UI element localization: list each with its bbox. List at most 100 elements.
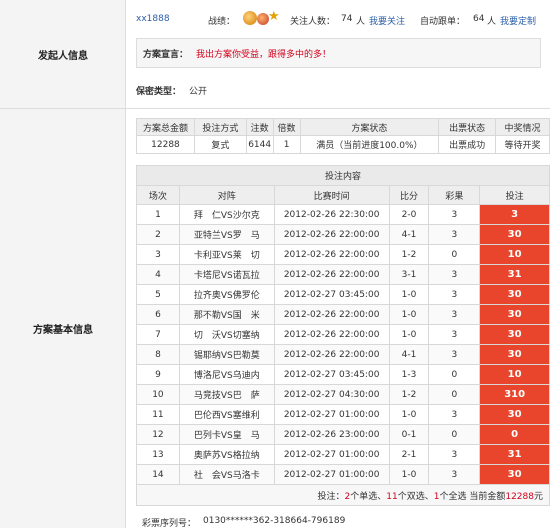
match-bet: 310 xyxy=(479,384,550,405)
match-teams: 卡塔尼VS诺瓦拉 xyxy=(178,264,275,285)
match-time: 2012-02-26 22:30:00 xyxy=(273,204,390,225)
privacy-label: 保密类型： xyxy=(136,87,182,97)
match-score: 1-0 xyxy=(388,304,430,325)
bet-row: 7切 沃VS切塞纳 2012-02-26 22:00:00 1-0 3 30 xyxy=(136,324,550,345)
footer-amount: 12288 xyxy=(505,491,534,502)
summary-cell-multiple: 1 xyxy=(272,135,301,154)
summary-cell-ticket: 出票成功 xyxy=(438,135,497,154)
match-score: 1-2 xyxy=(388,244,430,265)
match-time: 2012-02-27 03:45:00 xyxy=(273,364,390,385)
match-no: 14 xyxy=(136,464,180,485)
star-icon: ★ xyxy=(268,9,280,24)
bet-row: 8 锡耶纳VS巴勒莫 2012-02-26 22:00:00 4-1 3 30 xyxy=(136,344,550,365)
summary-header: 倍数 xyxy=(272,118,301,136)
bets-footer: 投注：2个单选、11个双选、1个全选 当前金额12288元 xyxy=(136,484,550,506)
match-teams: 巴伦西VS塞维利 xyxy=(178,404,275,425)
summary-table: 方案总金额 投注方式 注数 倍数 方案状态 出票状态 中奖情况 12288 复式… xyxy=(136,118,550,154)
match-no: 9 xyxy=(136,364,180,385)
bet-row: 9 博洛尼VS乌迪内 2012-02-27 03:45:00 1-3 0 10 xyxy=(136,364,550,385)
footer-single-text: 个单选、 xyxy=(350,491,387,502)
match-result: 0 xyxy=(428,364,481,385)
match-bet: 31 xyxy=(479,444,550,465)
bet-row: 12 巴列卡VS皇 马 2012-02-26 23:00:00 0-1 0 0 xyxy=(136,424,550,445)
bet-row: 11 巴伦西VS塞维利 2012-02-27 01:00:00 1-0 3 30 xyxy=(136,404,550,425)
bets-table: 投注内容 场次 对阵 比赛时间 比分 彩果 投注 1拜 仁VS沙尔克 2012-0… xyxy=(136,165,550,506)
match-teams: 切 沃VS切塞纳 xyxy=(178,324,275,345)
match-no: 3 xyxy=(136,244,180,265)
match-teams: 奥萨苏VS格拉纳 xyxy=(178,444,275,465)
auto-follow-unit: 人 xyxy=(487,17,497,27)
trophy-icon xyxy=(243,11,257,25)
match-teams: 卡利亚VS莱 切 xyxy=(178,244,275,265)
summary-header: 投注方式 xyxy=(193,118,247,136)
match-time: 2012-02-27 01:00:00 xyxy=(273,464,390,485)
bets-header: 比赛时间 xyxy=(273,185,390,205)
match-time: 2012-02-26 22:00:00 xyxy=(273,344,390,365)
footer-full-text: 个全选 当前金额 xyxy=(439,491,506,502)
bets-header: 投注 xyxy=(479,185,550,205)
match-time: 2012-02-27 03:45:00 xyxy=(273,284,390,305)
summary-header: 出票状态 xyxy=(438,118,497,136)
match-bet: 30 xyxy=(479,324,550,345)
footer-double-count: 11 xyxy=(386,491,398,502)
bet-row: 14 社 会VS马洛卡 2012-02-27 01:00:00 1-0 3 30 xyxy=(136,464,550,485)
summary-header: 方案总金额 xyxy=(136,118,195,136)
match-bet: 10 xyxy=(479,244,550,265)
privacy-value: 公开 xyxy=(189,87,208,97)
match-bet: 30 xyxy=(479,304,550,325)
bet-row: 2 亚特兰VS罗 马 2012-02-26 22:00:00 4-1 3 30 xyxy=(136,224,550,245)
bet-row: 10 马竞技VS巴 萨 2012-02-27 04:30:00 1-2 0 310 xyxy=(136,384,550,405)
match-result: 0 xyxy=(428,384,481,405)
match-time: 2012-02-26 22:00:00 xyxy=(273,244,390,265)
match-teams: 那不勒VS国 米 xyxy=(178,304,275,325)
bets-header: 对阵 xyxy=(178,185,275,205)
match-time: 2012-02-26 22:00:00 xyxy=(273,324,390,345)
basic-section-bg xyxy=(0,109,126,528)
match-teams: 亚特兰VS罗 马 xyxy=(178,224,275,245)
bet-row: 4 卡塔尼VS诺瓦拉 2012-02-26 22:00:00 3-1 3 31 xyxy=(136,264,550,285)
summary-cell-method: 复式 xyxy=(193,135,247,154)
match-result: 0 xyxy=(428,424,481,445)
match-no: 12 xyxy=(136,424,180,445)
custom-link[interactable]: 我要定制 xyxy=(500,14,536,27)
followers-label: 关注人数： xyxy=(290,17,336,27)
match-bet: 10 xyxy=(479,364,550,385)
follow-link[interactable]: 我要关注 xyxy=(369,14,405,27)
match-teams: 社 会VS马洛卡 xyxy=(178,464,275,485)
bets-header: 场次 xyxy=(136,185,180,205)
followers-unit: 人 xyxy=(356,17,366,27)
match-bet: 30 xyxy=(479,344,550,365)
match-no: 6 xyxy=(136,304,180,325)
match-score: 4-1 xyxy=(388,224,430,245)
match-time: 2012-02-27 01:00:00 xyxy=(273,404,390,425)
match-bet: 0 xyxy=(479,424,550,445)
match-time: 2012-02-27 01:00:00 xyxy=(273,444,390,465)
match-score: 1-3 xyxy=(388,364,430,385)
bets-header: 比分 xyxy=(388,185,430,205)
summary-header: 方案状态 xyxy=(299,118,440,136)
match-time: 2012-02-26 22:00:00 xyxy=(273,224,390,245)
summary-header-row: 方案总金额 投注方式 注数 倍数 方案状态 出票状态 中奖情况 xyxy=(136,118,550,136)
match-score: 0-1 xyxy=(388,424,430,445)
bets-title: 投注内容 xyxy=(136,165,550,186)
match-teams: 巴列卡VS皇 马 xyxy=(178,424,275,445)
match-score: 1-0 xyxy=(388,404,430,425)
record-label: 战绩： xyxy=(208,17,236,27)
match-result: 3 xyxy=(428,304,481,325)
summary-cell-amount: 12288 xyxy=(136,135,195,154)
match-no: 7 xyxy=(136,324,180,345)
match-no: 10 xyxy=(136,384,180,405)
match-bet: 30 xyxy=(479,284,550,305)
summary-cell-count: 6144 xyxy=(245,135,274,154)
match-score: 4-1 xyxy=(388,344,430,365)
match-bet: 30 xyxy=(479,404,550,425)
match-result: 3 xyxy=(428,264,481,285)
match-teams: 马竞技VS巴 萨 xyxy=(178,384,275,405)
match-no: 2 xyxy=(136,224,180,245)
match-bet: 3 xyxy=(479,204,550,225)
user-link[interactable]: xx1888 xyxy=(136,14,170,24)
bets-header: 彩果 xyxy=(428,185,481,205)
bet-row: 5 拉齐奥VS佛罗伦 2012-02-27 03:45:00 1-0 3 30 xyxy=(136,284,550,305)
match-score: 1-0 xyxy=(388,464,430,485)
match-result: 3 xyxy=(428,284,481,305)
